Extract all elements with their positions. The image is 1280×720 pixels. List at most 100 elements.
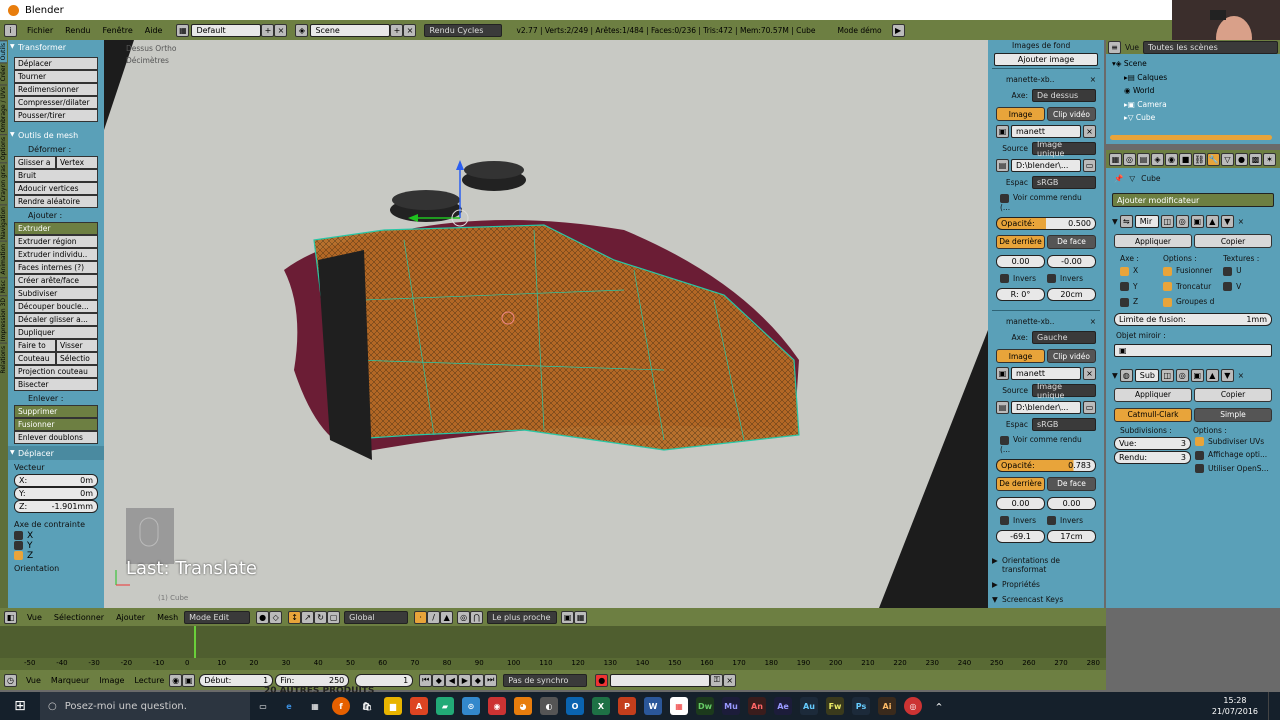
layout-close-icon[interactable]: × — [274, 23, 288, 37]
subsurf-copy-button[interactable]: Copier — [1194, 387, 1272, 402]
delete-button[interactable]: Supprimer — [14, 405, 98, 418]
bg2-opacity-slider[interactable]: Opacité: 0.783 — [996, 458, 1096, 472]
smooth-vertices-button[interactable]: Adoucir vertices — [14, 182, 98, 195]
mirror-name-field[interactable]: Mir — [1134, 215, 1159, 228]
clock[interactable]: 15:28 21/07/2016 — [1212, 695, 1258, 717]
bg1-invert-y-checkbox[interactable]: Invers — [1047, 274, 1092, 283]
mirror-up-icon[interactable]: ▲ — [1205, 215, 1219, 228]
scene-select[interactable]: Scene — [310, 23, 391, 37]
outliner-item-world[interactable]: ◉ World — [1112, 84, 1274, 98]
world-tab-icon[interactable]: ◉ — [1165, 152, 1178, 166]
menu-fenetre[interactable]: Fenêtre — [97, 26, 139, 35]
bg2-x-field[interactable]: 0.00 — [996, 496, 1045, 510]
slide-edge-button[interactable]: Glisser a — [14, 156, 56, 169]
calculator-icon[interactable]: ▦ — [306, 697, 324, 715]
mirror-axis-x-checkbox[interactable]: X — [1120, 266, 1163, 276]
catmull-clark-button[interactable]: Catmull-Clark — [1114, 407, 1192, 422]
vector-y-field[interactable]: Y: 0m — [14, 487, 98, 500]
screw-button[interactable]: Visser — [56, 339, 98, 352]
face-select-icon[interactable]: ▲ — [440, 610, 454, 624]
menu-fichier[interactable]: Fichier — [21, 26, 59, 35]
knife-button[interactable]: Couteau — [14, 352, 56, 365]
constraint-z-checkbox[interactable]: Z — [14, 551, 104, 561]
properties-panel[interactable]: ▶ Propriétés — [988, 576, 1104, 591]
bg-images-title[interactable]: Images de fond — [988, 40, 1104, 51]
constraints-tab-icon[interactable]: ⛓ — [1193, 152, 1206, 166]
viewport-menu-select[interactable]: Sélectionner — [48, 613, 110, 622]
knife-project-button[interactable]: Projection couteau — [14, 365, 98, 378]
panel-transform-title[interactable]: Transformer — [8, 40, 104, 54]
bg1-size-field[interactable]: 20cm — [1047, 288, 1096, 301]
fireworks-icon[interactable]: Fw — [826, 697, 844, 715]
timeline-menu-frame[interactable]: Image — [94, 676, 129, 685]
props-editor-type-icon[interactable]: ▦ — [1109, 152, 1122, 166]
transform-orientation-select[interactable]: Global — [344, 610, 409, 624]
tab-ombrage-uvs[interactable]: Ombrage / UVs — [0, 83, 7, 135]
bg2-tab-clip[interactable]: Clip vidéo — [1047, 349, 1096, 363]
subsurf-up-icon[interactable]: ▲ — [1205, 368, 1219, 382]
animate-icon[interactable]: An — [748, 697, 766, 715]
layout-select[interactable]: Default — [191, 23, 262, 37]
scene-close-icon[interactable]: × — [403, 23, 417, 37]
timeline-menu-playback[interactable]: Lecture — [129, 676, 169, 685]
resize-button[interactable]: Redimensionner — [14, 83, 98, 96]
bg1-rotation-field[interactable]: R: 0° — [996, 288, 1045, 301]
bg1-tab-clip[interactable]: Clip vidéo — [1047, 107, 1096, 121]
snap-target-select[interactable]: Le plus proche — [487, 610, 558, 624]
bg2-rotation-field[interactable]: -69.1 — [996, 530, 1045, 543]
viewport-editor-type-icon[interactable]: ◧ — [4, 610, 17, 624]
mirror-realtime-icon[interactable]: ▣ — [1190, 215, 1204, 228]
inset-faces-button[interactable]: Faces internes (?) — [14, 261, 98, 274]
subsurf-remove-icon[interactable]: × — [1238, 371, 1244, 380]
jump-start-icon[interactable]: ⏮ — [419, 673, 433, 687]
rotate-manip-icon[interactable]: ↻ — [314, 610, 328, 624]
constraint-x-checkbox[interactable]: X — [14, 531, 104, 541]
edge-browser-icon[interactable]: e — [280, 697, 298, 715]
mirror-merge-checkbox[interactable]: Fusionner — [1162, 266, 1223, 276]
mirror-copy-button[interactable]: Copier — [1194, 234, 1272, 248]
add-image-button[interactable]: Ajouter image — [994, 53, 1098, 66]
mirror-axis-y-checkbox[interactable]: Y — [1120, 282, 1163, 291]
knife-select-button[interactable]: Sélectio — [56, 352, 98, 365]
mirror-clipping-checkbox[interactable]: Troncatur — [1162, 282, 1223, 291]
render-engine-select[interactable]: Rendu Cycles — [424, 23, 503, 37]
audition-icon[interactable]: Au — [800, 697, 818, 715]
push-pull-button[interactable]: Pousser/tirer — [14, 109, 98, 122]
tab-creer[interactable]: Créer — [0, 62, 7, 84]
bg1-x-field[interactable]: 0.00 — [996, 254, 1045, 268]
subsurf-collapse-icon[interactable]: ▼ — [1112, 371, 1118, 380]
subsurf-view-levels-field[interactable]: Vue: 3 — [1114, 436, 1191, 450]
editor-type-icon[interactable]: i — [4, 23, 17, 37]
bg1-source-select[interactable]: Image unique — [1032, 140, 1096, 158]
preview-range-icon[interactable]: ◉ — [169, 673, 183, 687]
outliner-item-camera[interactable]: ▸▣ Camera — [1112, 98, 1274, 112]
noise-button[interactable]: Bruit — [14, 169, 98, 182]
outliner-display-select[interactable]: Toutes les scènes — [1143, 40, 1278, 54]
bg1-invert-x-checkbox[interactable]: Invers — [1000, 274, 1045, 283]
bg2-size-field[interactable]: 17cm — [1047, 530, 1096, 543]
muse-icon[interactable]: Mu — [722, 697, 740, 715]
extrude-region-button[interactable]: Extruder région — [14, 235, 98, 248]
app-icon-2[interactable]: ◉ — [488, 697, 506, 715]
prev-keyframe-icon[interactable]: ◆ — [432, 673, 446, 687]
app-icon-4[interactable]: ▦ — [670, 697, 688, 715]
3d-viewport[interactable]: Dessus Ortho Décimètres Last: Translate … — [104, 40, 988, 608]
keying-set-field[interactable] — [610, 673, 711, 687]
mirror-u-checkbox[interactable]: U — [1223, 266, 1266, 276]
play-reverse-icon[interactable]: ◀ — [445, 673, 459, 687]
sync-mode-select[interactable]: Pas de synchro — [503, 673, 588, 687]
use-opensubdiv-checkbox[interactable]: Utiliser OpenS... — [1195, 464, 1272, 473]
excel-icon[interactable]: X — [592, 697, 610, 715]
bg1-space-select[interactable]: sRGB — [1032, 176, 1096, 189]
bg2-back-button[interactable]: De derrière — [996, 476, 1045, 491]
bg1-y-field[interactable]: -0.00 — [1047, 254, 1096, 268]
edge-select-icon[interactable]: / — [427, 610, 441, 624]
tab-animation[interactable]: Animation — [0, 241, 7, 277]
vertex-select-icon[interactable]: · — [414, 610, 428, 624]
rotate-button[interactable]: Tourner — [14, 70, 98, 83]
constraint-y-checkbox[interactable]: Y — [14, 541, 104, 551]
tab-options[interactable]: Options — [0, 134, 7, 163]
app-icon-3[interactable]: ◐ — [540, 697, 558, 715]
bg1-folder-icon[interactable]: ▭ — [1083, 159, 1096, 172]
subsurf-down-icon[interactable]: ▼ — [1220, 368, 1234, 382]
